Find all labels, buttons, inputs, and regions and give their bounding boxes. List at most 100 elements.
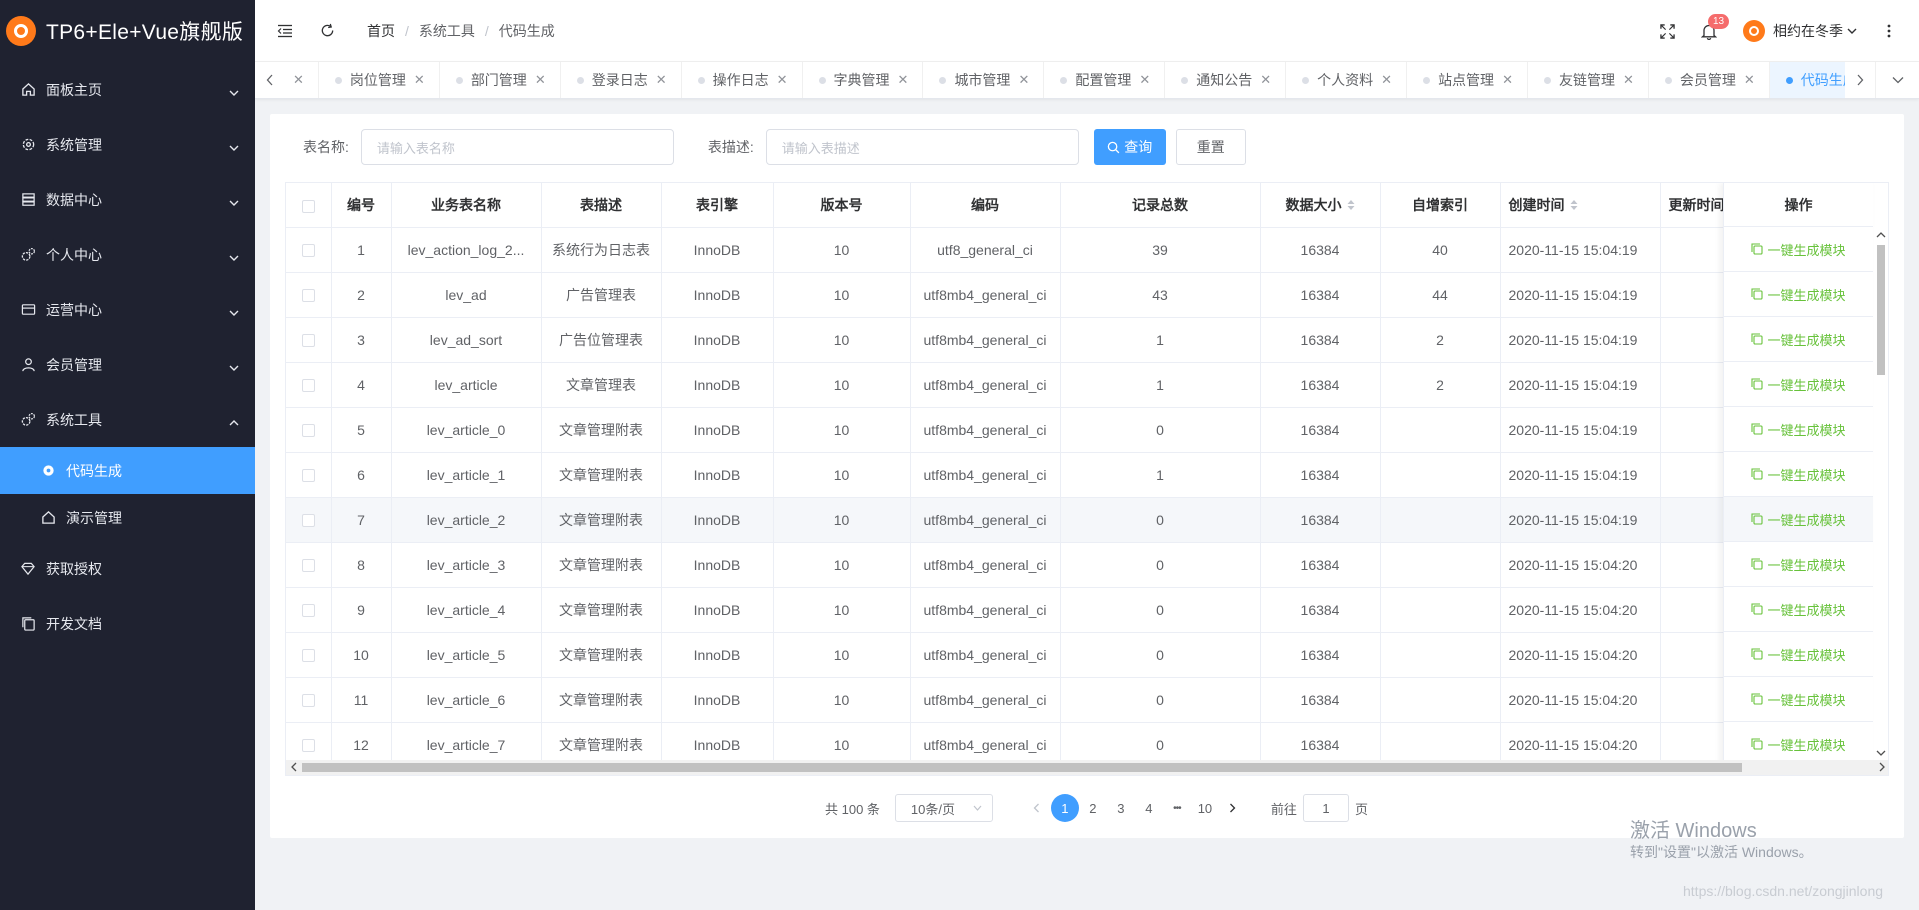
- tab-item[interactable]: 会员管理 ✕: [1649, 62, 1770, 98]
- user-menu[interactable]: 相约在冬季: [1743, 20, 1857, 42]
- row-checkbox[interactable]: [301, 559, 315, 573]
- sidebar-item-data[interactable]: 数据中心: [0, 172, 255, 227]
- close-icon[interactable]: ✕: [1381, 72, 1392, 88]
- close-icon[interactable]: ✕: [1260, 72, 1271, 88]
- tab-item[interactable]: 操作日志 ✕: [682, 62, 803, 98]
- generate-module-button[interactable]: 一键生成模块: [1751, 465, 1846, 484]
- sidebar-item-personal[interactable]: 个人中心: [0, 227, 255, 282]
- row-checkbox[interactable]: [301, 334, 315, 348]
- generate-module-button[interactable]: 一键生成模块: [1751, 330, 1846, 349]
- tab-item[interactable]: 登录日志 ✕: [561, 62, 682, 98]
- tab-item[interactable]: 代码生成✕: [1769, 62, 1845, 98]
- sidebar-subitem-demo[interactable]: 演示管理: [0, 494, 255, 541]
- reset-button[interactable]: 重置: [1175, 129, 1246, 165]
- breadcrumb-tools[interactable]: 系统工具: [419, 21, 475, 41]
- sidebar-item-dashboard[interactable]: 面板主页: [0, 62, 255, 117]
- tab-item[interactable]: 友链管理 ✕: [1528, 62, 1649, 98]
- close-icon[interactable]: ✕: [1018, 72, 1029, 88]
- row-checkbox[interactable]: [301, 514, 315, 528]
- close-icon[interactable]: ✕: [1502, 72, 1513, 88]
- sidebar-item-operations[interactable]: 运营中心: [0, 282, 255, 337]
- table-row[interactable]: 8 lev_article_3 文章管理附表 InnoDB 10 utf8mb4_gene…: [286, 542, 1741, 588]
- close-icon[interactable]: ✕: [414, 72, 425, 88]
- table-row[interactable]: 1 lev_action_log_2... 系统行为日志表 InnoDB 10 utf8_…: [286, 227, 1741, 273]
- table-row[interactable]: 7 lev_article_2 文章管理附表 InnoDB 10 utf8mb4_gene…: [286, 497, 1741, 543]
- page-size-select[interactable]: 10条/页: [894, 794, 993, 822]
- row-checkbox[interactable]: [301, 694, 315, 708]
- tabs-scroll-left[interactable]: [255, 62, 285, 98]
- generate-module-button[interactable]: 一键生成模块: [1751, 285, 1846, 304]
- row-checkbox[interactable]: [301, 289, 315, 303]
- goto-page-input[interactable]: 1: [1302, 794, 1349, 822]
- scroll-thumb[interactable]: [1877, 245, 1885, 375]
- tab-item[interactable]: 站点管理 ✕: [1407, 62, 1528, 98]
- menu-fold-icon[interactable]: [275, 21, 295, 41]
- table-row[interactable]: 2 lev_ad 广告管理表 InnoDB 10 utf8mb4_general_ci 43…: [286, 272, 1741, 318]
- page-number[interactable]: 2: [1079, 794, 1107, 822]
- generate-module-button[interactable]: 一键生成模块: [1751, 510, 1846, 529]
- close-icon[interactable]: ✕: [898, 72, 909, 88]
- row-checkbox[interactable]: [301, 379, 315, 393]
- breadcrumb-home[interactable]: 首页: [367, 21, 395, 41]
- tab-item[interactable]: 字典管理 ✕: [803, 62, 924, 98]
- table-desc-input[interactable]: 请输入表描述: [765, 129, 1079, 165]
- generate-module-button[interactable]: 一键生成模块: [1751, 645, 1846, 664]
- sidebar-item-license[interactable]: 获取授权: [0, 541, 255, 596]
- sidebar-item-members[interactable]: 会员管理: [0, 337, 255, 392]
- table-row[interactable]: 4 lev_article 文章管理表 InnoDB 10 utf8mb4_general…: [286, 362, 1741, 408]
- page-number[interactable]: 3: [1107, 794, 1135, 822]
- close-icon[interactable]: ✕: [1623, 72, 1634, 88]
- generate-module-button[interactable]: 一键生成模块: [1751, 690, 1846, 709]
- tab-item[interactable]: 个人资料 ✕: [1286, 62, 1408, 98]
- next-page-button[interactable]: [1219, 794, 1247, 822]
- row-checkbox[interactable]: [301, 739, 315, 753]
- generate-module-button[interactable]: 一键生成模块: [1751, 240, 1846, 259]
- tab-item[interactable]: 通知公告 ✕: [1165, 62, 1287, 98]
- tabs-scroll-right[interactable]: [1845, 62, 1875, 98]
- query-button[interactable]: 查询: [1093, 129, 1166, 165]
- generate-module-button[interactable]: 一键生成模块: [1751, 735, 1846, 754]
- table-row[interactable]: 3 lev_ad_sort 广告位管理表 InnoDB 10 utf8mb4_genera…: [286, 317, 1741, 363]
- vertical-scrollbar[interactable]: [1874, 227, 1888, 761]
- sidebar-subitem-codegen[interactable]: 代码生成: [0, 447, 255, 494]
- col-header-sortable[interactable]: 创建时间: [1500, 183, 1661, 228]
- page-ellipsis[interactable]: •••: [1163, 794, 1191, 822]
- close-icon[interactable]: ✕: [293, 72, 304, 88]
- generate-module-button[interactable]: 一键生成模块: [1751, 375, 1846, 394]
- page-number[interactable]: 4: [1135, 794, 1163, 822]
- tab-item[interactable]: 部门管理 ✕: [440, 62, 561, 98]
- tab-item[interactable]: 配置管理 ✕: [1044, 62, 1166, 98]
- table-name-input[interactable]: 请输入表名称: [360, 129, 674, 165]
- generate-module-button[interactable]: 一键生成模块: [1751, 600, 1846, 619]
- sidebar-item-system[interactable]: 系统管理: [0, 117, 255, 172]
- row-checkbox[interactable]: [301, 424, 315, 438]
- table-row[interactable]: 6 lev_article_1 文章管理附表 InnoDB 10 utf8mb4_gene…: [286, 452, 1741, 498]
- row-checkbox[interactable]: [301, 604, 315, 618]
- close-icon[interactable]: ✕: [1139, 72, 1150, 88]
- more-vertical-icon[interactable]: [1879, 21, 1899, 41]
- table-row[interactable]: 11 lev_article_6 文章管理附表 InnoDB 10 utf8mb4_gen…: [286, 677, 1741, 723]
- select-all-checkbox[interactable]: [301, 199, 315, 213]
- logo[interactable]: TP6+Ele+Vue旗舰版: [0, 0, 255, 62]
- close-icon[interactable]: ✕: [777, 72, 788, 88]
- table-row[interactable]: 10 lev_article_5 文章管理附表 InnoDB 10 utf8mb4_gen…: [286, 632, 1741, 678]
- scroll-thumb[interactable]: [302, 763, 1742, 772]
- sidebar-item-docs[interactable]: 开发文档: [0, 596, 255, 651]
- col-header-sortable[interactable]: 数据大小: [1260, 183, 1381, 228]
- tabs-dropdown[interactable]: [1875, 62, 1919, 98]
- tab-item[interactable]: 理✕: [285, 62, 319, 98]
- page-number[interactable]: 1: [1050, 794, 1079, 822]
- horizontal-scrollbar[interactable]: [286, 760, 1888, 775]
- refresh-icon[interactable]: [317, 21, 337, 41]
- close-icon[interactable]: ✕: [656, 72, 667, 88]
- row-checkbox[interactable]: [301, 469, 315, 483]
- generate-module-button[interactable]: 一键生成模块: [1751, 555, 1846, 574]
- table-row[interactable]: 5 lev_article_0 文章管理附表 InnoDB 10 utf8mb4_gene…: [286, 407, 1741, 453]
- page-number[interactable]: 10: [1191, 794, 1219, 822]
- close-icon[interactable]: ✕: [1744, 72, 1755, 88]
- sidebar-item-tools[interactable]: 系统工具: [0, 392, 255, 447]
- prev-page-button[interactable]: [1023, 794, 1051, 822]
- table-row[interactable]: 9 lev_article_4 文章管理附表 InnoDB 10 utf8mb4_gene…: [286, 587, 1741, 633]
- fullscreen-icon[interactable]: [1657, 21, 1677, 41]
- tab-item[interactable]: 岗位管理 ✕: [319, 62, 440, 98]
